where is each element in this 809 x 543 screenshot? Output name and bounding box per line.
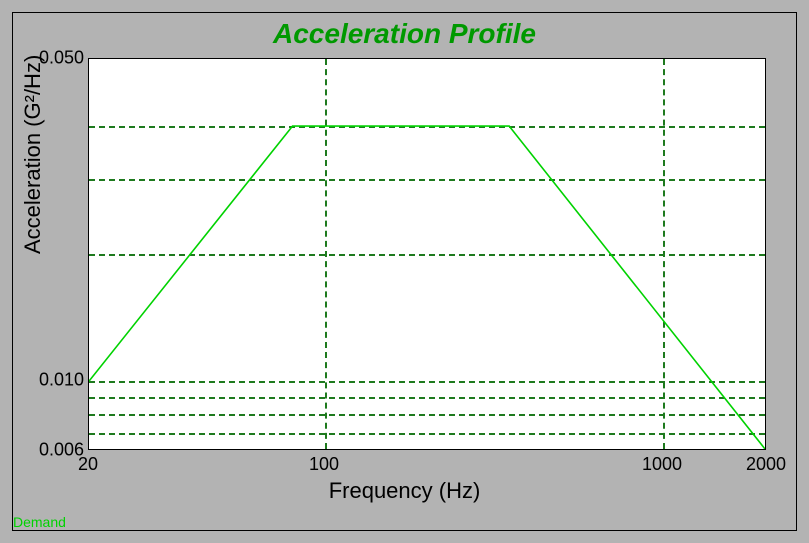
- y-axis-label-text: Acceleration (G²/Hz): [20, 55, 45, 254]
- x-tick-label: 2000: [746, 454, 786, 475]
- x-axis-label: Frequency (Hz): [0, 478, 809, 504]
- y-axis-label: Acceleration (G²/Hz): [20, 55, 46, 254]
- y-tick-label: 0.010: [39, 370, 84, 391]
- gridline-x: [663, 59, 665, 449]
- x-tick-label: 20: [78, 454, 98, 475]
- plot-area: [88, 58, 766, 450]
- chart-title: Acceleration Profile: [0, 18, 809, 50]
- x-tick-label: 1000: [642, 454, 682, 475]
- legend-demand: Demand: [13, 514, 66, 530]
- gridline-x: [325, 59, 327, 449]
- x-tick-label: 100: [309, 454, 339, 475]
